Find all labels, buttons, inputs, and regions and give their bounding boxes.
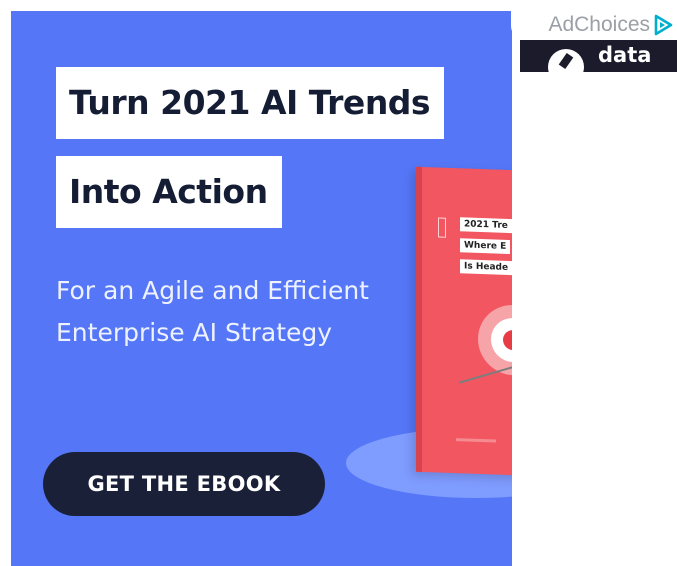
headline-line-1: Turn 2021 AI Trends [56, 67, 445, 139]
headline-line-2: Into Action [56, 156, 282, 228]
book-spine [416, 166, 422, 472]
sponsor-tile-text: data [598, 43, 652, 67]
display-ad[interactable]: Turn 2021 AI Trends Into Action For an A… [11, 11, 512, 566]
sponsor-tile[interactable]: data [520, 40, 677, 72]
ebook-cover-image: 2021 Tre Where E Is Heade [416, 166, 512, 477]
subheading-line-2: Enterprise AI Strategy [56, 318, 333, 347]
target-icon [478, 303, 512, 377]
adchoices-link[interactable]: AdChoices [511, 10, 677, 40]
book-footer-line [456, 438, 496, 443]
blank-panel [512, 72, 677, 566]
get-ebook-button[interactable]: GET THE EBOOK [43, 452, 325, 516]
subheading: For an Agile and Efficient Enterprise AI… [56, 270, 416, 354]
adchoices-triangle-icon [654, 14, 673, 36]
book-badge-icon [438, 217, 446, 238]
adchoices-label: AdChoices [548, 13, 650, 36]
page: Turn 2021 AI Trends Into Action For an A… [0, 0, 677, 566]
book-cover-title-2: Where E [460, 238, 511, 255]
book-cover-title-1: 2021 Tre [460, 217, 512, 234]
arrow-icon [458, 365, 512, 384]
book-cover-title-3: Is Heade [460, 259, 512, 276]
brand-logo-icon [548, 49, 584, 72]
subheading-line-1: For an Agile and Efficient [56, 276, 369, 305]
